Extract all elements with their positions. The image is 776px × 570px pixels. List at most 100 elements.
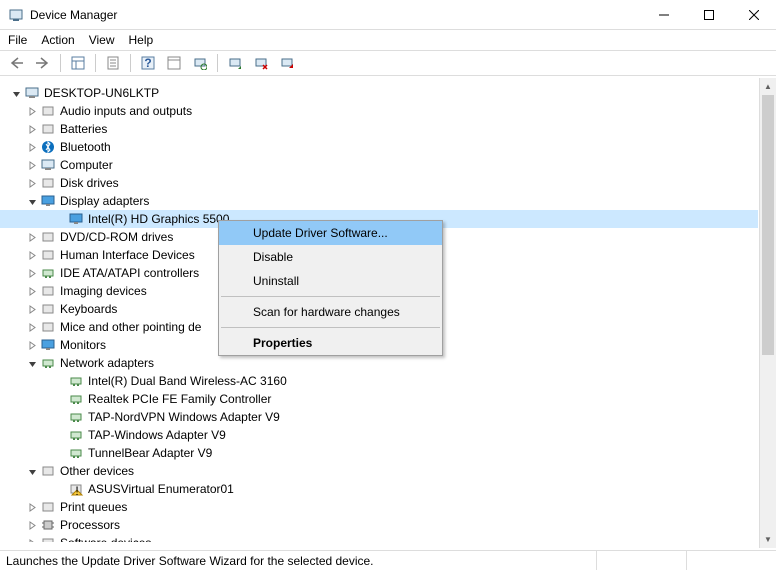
expander-icon[interactable] [24, 107, 40, 116]
svg-text:!: ! [75, 484, 78, 497]
tree-node[interactable]: Network adapters [0, 354, 758, 372]
close-button[interactable] [731, 0, 776, 30]
help-button[interactable]: ? [137, 52, 159, 74]
device-icon [24, 85, 40, 101]
node-label: Imaging devices [60, 282, 147, 300]
tree-node[interactable]: Disk drives [0, 174, 758, 192]
tree-node[interactable]: Realtek PCIe FE Family Controller [0, 390, 758, 408]
scan-hardware-button[interactable] [189, 52, 211, 74]
device-icon [68, 409, 84, 425]
expander-icon[interactable] [24, 251, 40, 260]
device-icon [40, 463, 56, 479]
device-icon [68, 427, 84, 443]
tree-node[interactable]: Audio inputs and outputs [0, 102, 758, 120]
svg-text:?: ? [144, 56, 151, 70]
maximize-button[interactable] [686, 0, 731, 30]
expander-icon[interactable] [24, 233, 40, 242]
tree-node[interactable]: Batteries [0, 120, 758, 138]
device-icon [40, 175, 56, 191]
device-icon [40, 103, 56, 119]
node-label: Print queues [60, 498, 127, 516]
tree-node[interactable]: TunnelBear Adapter V9 [0, 444, 758, 462]
menu-disable[interactable]: Disable [219, 245, 442, 269]
tree-node[interactable]: TAP-Windows Adapter V9 [0, 426, 758, 444]
node-label: Monitors [60, 336, 106, 354]
tree-node[interactable]: Processors [0, 516, 758, 534]
menu-view[interactable]: View [89, 33, 115, 47]
scroll-up-button[interactable]: ▲ [760, 78, 776, 95]
menu-uninstall[interactable]: Uninstall [219, 269, 442, 293]
scroll-thumb[interactable] [762, 95, 774, 355]
node-label: ASUSVirtual Enumerator01 [88, 480, 234, 498]
expander-icon[interactable] [24, 359, 40, 368]
properties-button[interactable] [102, 52, 124, 74]
tree-node[interactable]: Intel(R) Dual Band Wireless-AC 3160 [0, 372, 758, 390]
expander-icon[interactable] [24, 125, 40, 134]
expander-icon[interactable] [24, 287, 40, 296]
show-hide-console-tree-button[interactable] [67, 52, 89, 74]
menu-action[interactable]: Action [41, 33, 74, 47]
tree-bottom-clip [0, 542, 758, 550]
action-button[interactable] [163, 52, 185, 74]
disable-button[interactable] [276, 52, 298, 74]
minimize-button[interactable] [641, 0, 686, 30]
window-title: Device Manager [30, 8, 641, 22]
expander-icon[interactable] [24, 521, 40, 530]
tree-node[interactable]: Display adapters [0, 192, 758, 210]
forward-button[interactable] [32, 52, 54, 74]
tree-node[interactable]: Print queues [0, 498, 758, 516]
vertical-scrollbar[interactable]: ▲ ▼ [759, 78, 776, 548]
device-icon [40, 157, 56, 173]
node-label: Display adapters [60, 192, 149, 210]
menu-scan-hardware[interactable]: Scan for hardware changes [219, 300, 442, 324]
expander-icon[interactable] [24, 341, 40, 350]
device-icon [68, 391, 84, 407]
expander-icon[interactable] [8, 89, 24, 98]
expander-icon[interactable] [24, 179, 40, 188]
device-icon [40, 121, 56, 137]
expander-icon[interactable] [24, 269, 40, 278]
node-label: Batteries [60, 120, 107, 138]
statusbar-segment [596, 551, 686, 570]
menu-file[interactable]: File [8, 33, 27, 47]
node-label: Human Interface Devices [60, 246, 195, 264]
node-label: Intel(R) HD Graphics 5500 [88, 210, 229, 228]
scroll-down-button[interactable]: ▼ [760, 531, 776, 548]
node-label: DESKTOP-UN6LKTP [44, 84, 159, 102]
device-icon [40, 247, 56, 263]
device-icon [40, 283, 56, 299]
node-label: Keyboards [60, 300, 117, 318]
menu-properties[interactable]: Properties [219, 331, 442, 355]
device-icon [40, 517, 56, 533]
titlebar: Device Manager [0, 0, 776, 30]
device-icon [40, 499, 56, 515]
context-menu: Update Driver Software... Disable Uninst… [218, 220, 443, 356]
uninstall-button[interactable] [250, 52, 272, 74]
node-label: DVD/CD-ROM drives [60, 228, 173, 246]
update-driver-button[interactable] [224, 52, 246, 74]
tree-node[interactable]: Other devices [0, 462, 758, 480]
tree-node[interactable]: Computer [0, 156, 758, 174]
tree-node[interactable]: ! ASUSVirtual Enumerator01 [0, 480, 758, 498]
menu-update-driver[interactable]: Update Driver Software... [219, 221, 442, 245]
node-label: Audio inputs and outputs [60, 102, 192, 120]
toolbar-separator [130, 54, 131, 72]
expander-icon[interactable] [24, 143, 40, 152]
expander-icon[interactable] [24, 467, 40, 476]
device-icon [68, 445, 84, 461]
tree-node[interactable]: Bluetooth [0, 138, 758, 156]
statusbar: Launches the Update Driver Software Wiza… [0, 550, 776, 570]
tree-node[interactable]: TAP-NordVPN Windows Adapter V9 [0, 408, 758, 426]
menubar: File Action View Help [0, 30, 776, 50]
device-icon [40, 229, 56, 245]
expander-icon[interactable] [24, 197, 40, 206]
tree-node[interactable]: DESKTOP-UN6LKTP [0, 84, 758, 102]
status-text: Launches the Update Driver Software Wiza… [6, 554, 374, 568]
back-button[interactable] [6, 52, 28, 74]
expander-icon[interactable] [24, 323, 40, 332]
expander-icon[interactable] [24, 161, 40, 170]
device-icon [68, 373, 84, 389]
menu-help[interactable]: Help [129, 33, 154, 47]
expander-icon[interactable] [24, 503, 40, 512]
expander-icon[interactable] [24, 305, 40, 314]
